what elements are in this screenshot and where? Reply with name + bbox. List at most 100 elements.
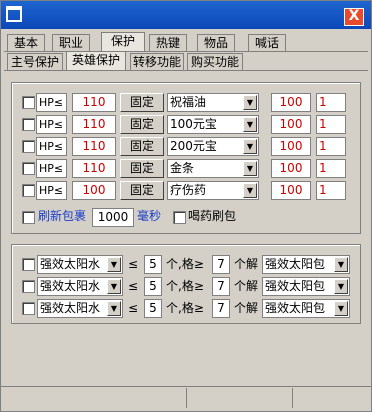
row-checkbox[interactable] (22, 96, 35, 109)
tab-job[interactable]: 职业 (52, 34, 90, 51)
subtab-divider (4, 70, 368, 71)
tab-protect[interactable]: 保护 (101, 32, 145, 51)
row-checkbox[interactable] (22, 184, 35, 197)
tab-shout[interactable]: 喊话 (248, 34, 286, 51)
condition-field[interactable]: HP≤ (36, 137, 67, 156)
potion-select-value: 强效太阳水 (40, 257, 101, 271)
slot-label: 个,格≥ (166, 301, 204, 315)
count-input[interactable]: 100 (271, 159, 311, 178)
threshold-input[interactable]: 110 (72, 159, 116, 178)
num-input[interactable]: 1 (316, 181, 346, 200)
item-select[interactable]: 100元宝 ▼ (167, 115, 259, 134)
condition-field[interactable]: HP≤ (36, 93, 67, 112)
pack-select-value: 强效太阳包 (265, 257, 326, 271)
op-label: ≤ (128, 301, 139, 315)
window-icon (6, 6, 22, 22)
potion-select-value: 强效太阳水 (40, 279, 101, 293)
item-select[interactable]: 疗伤药 ▼ (167, 181, 259, 200)
row-checkbox[interactable] (22, 118, 35, 131)
row-checkbox[interactable] (22, 140, 35, 153)
item-select[interactable]: 200元宝 ▼ (167, 137, 259, 156)
chevron-down-icon[interactable]: ▼ (107, 279, 121, 294)
count-input[interactable]: 100 (271, 137, 311, 156)
status-divider (292, 388, 293, 408)
op-label: ≤ (128, 279, 139, 293)
item-select[interactable]: 金条 ▼ (167, 159, 259, 178)
chevron-down-icon[interactable]: ▼ (334, 301, 348, 316)
pack-select[interactable]: 强效太阳包 ▼ (262, 277, 350, 296)
slots-input[interactable]: 7 (212, 255, 230, 274)
fixed-button[interactable]: 固定 (120, 137, 164, 156)
chevron-down-icon[interactable]: ▼ (243, 161, 257, 176)
pack-select-value: 强效太阳包 (265, 279, 326, 293)
potion-select-value: 强效太阳水 (40, 301, 101, 315)
num-input[interactable]: 1 (316, 115, 346, 134)
op-label: ≤ (128, 257, 139, 271)
chevron-down-icon[interactable]: ▼ (107, 257, 121, 272)
count-input[interactable]: 100 (271, 115, 311, 134)
chevron-down-icon[interactable]: ▼ (243, 95, 257, 110)
threshold-input[interactable]: 110 (72, 137, 116, 156)
chevron-down-icon[interactable]: ▼ (334, 257, 348, 272)
chevron-down-icon[interactable]: ▼ (243, 183, 257, 198)
subtab-hero-protect[interactable]: 英雄保护 (66, 51, 126, 70)
fixed-button[interactable]: 固定 (120, 115, 164, 134)
chevron-down-icon[interactable]: ▼ (107, 301, 121, 316)
drink-refresh-checkbox[interactable] (173, 211, 186, 224)
pack-select[interactable]: 强效太阳包 ▼ (262, 255, 350, 274)
threshold-input[interactable]: 100 (72, 181, 116, 200)
slot-label: 个,格≥ (166, 257, 204, 271)
tab-items[interactable]: 物品 (197, 34, 235, 51)
count-input[interactable]: 5 (144, 255, 162, 274)
num-input[interactable]: 1 (316, 159, 346, 178)
row-checkbox[interactable] (22, 302, 35, 315)
threshold-input[interactable]: 110 (72, 115, 116, 134)
condition-field[interactable]: HP≤ (36, 181, 67, 200)
slots-input[interactable]: 7 (212, 277, 230, 296)
unpack-label: 个解 (234, 301, 259, 315)
chevron-down-icon[interactable]: ▼ (334, 279, 348, 294)
subtab-transfer[interactable]: 转移功能 (130, 53, 184, 70)
threshold-input[interactable]: 110 (72, 93, 116, 112)
num-input[interactable]: 1 (316, 137, 346, 156)
tab-basic[interactable]: 基本 (7, 34, 45, 51)
status-divider (186, 388, 187, 408)
slots-input[interactable]: 7 (212, 299, 230, 318)
item-select-value: 疗伤药 (170, 183, 207, 197)
chevron-down-icon[interactable]: ▼ (243, 139, 257, 154)
count-input[interactable]: 5 (144, 277, 162, 296)
title-bar[interactable] (1, 1, 371, 29)
potion-select[interactable]: 强效太阳水 ▼ (37, 255, 123, 274)
subtab-main-protect[interactable]: 主号保护 (7, 53, 63, 70)
item-select[interactable]: 祝福油 ▼ (167, 93, 259, 112)
tab-hotkey[interactable]: 热键 (149, 34, 187, 51)
pack-select[interactable]: 强效太阳包 ▼ (262, 299, 350, 318)
potion-select[interactable]: 强效太阳水 ▼ (37, 277, 123, 296)
refresh-unit: 毫秒 (137, 209, 162, 223)
unpack-label: 个解 (234, 279, 259, 293)
chevron-down-icon[interactable]: ▼ (243, 117, 257, 132)
num-input[interactable]: 1 (316, 93, 346, 112)
refresh-interval-input[interactable]: 1000 (92, 208, 134, 227)
count-input[interactable]: 100 (271, 93, 311, 112)
row-checkbox[interactable] (22, 280, 35, 293)
drink-refresh-label: 喝药刷包 (188, 209, 237, 223)
fixed-button[interactable]: 固定 (120, 93, 164, 112)
pack-select-value: 强效太阳包 (265, 301, 326, 315)
refresh-checkbox[interactable] (22, 211, 35, 224)
potion-select[interactable]: 强效太阳水 ▼ (37, 299, 123, 318)
count-input[interactable]: 5 (144, 299, 162, 318)
count-input[interactable]: 100 (271, 181, 311, 200)
item-select-value: 祝福油 (170, 95, 207, 109)
fixed-button[interactable]: 固定 (120, 181, 164, 200)
close-button[interactable]: X (344, 8, 364, 26)
fixed-button[interactable]: 固定 (120, 159, 164, 178)
subtab-purchase[interactable]: 购买功能 (187, 53, 243, 70)
row-checkbox[interactable] (22, 162, 35, 175)
item-select-value: 金条 (170, 161, 195, 175)
condition-field[interactable]: HP≤ (36, 115, 67, 134)
row-checkbox[interactable] (22, 258, 35, 271)
item-select-value: 200元宝 (170, 139, 217, 153)
condition-field[interactable]: HP≤ (36, 159, 67, 178)
tab-divider (4, 51, 368, 52)
